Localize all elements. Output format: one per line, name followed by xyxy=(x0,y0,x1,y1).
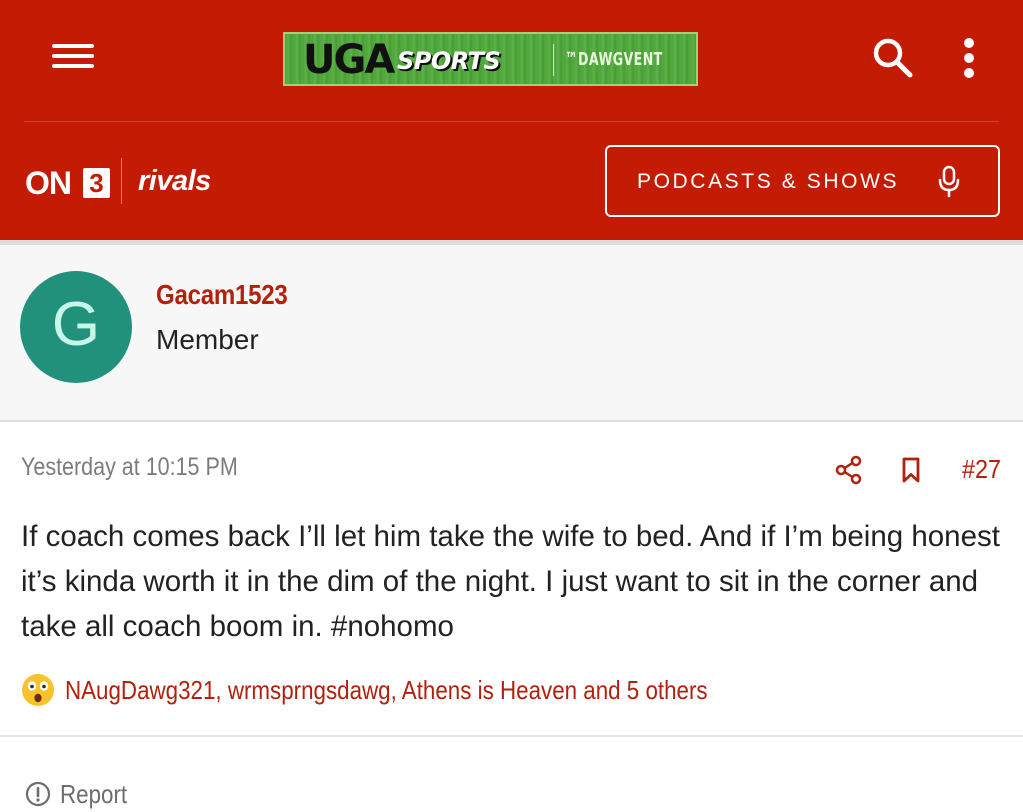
site-logo[interactable]: UGA SPORTS ™DAWGVENT xyxy=(283,32,698,86)
avatar-letter: G xyxy=(51,290,101,359)
microphone-icon xyxy=(938,165,960,198)
podcasts-shows-button[interactable]: PODCASTS & SHOWS xyxy=(605,145,1000,217)
alert-circle-icon xyxy=(25,781,51,807)
more-vertical-icon[interactable] xyxy=(960,38,978,80)
search-icon[interactable] xyxy=(868,34,916,82)
logo-text-sports: SPORTS xyxy=(397,47,501,75)
post-number-link[interactable]: #27 xyxy=(962,454,1001,484)
logo-text-uga: UGA xyxy=(303,37,395,83)
on3-number: 3 xyxy=(83,168,110,198)
astonished-face-emoji-icon xyxy=(22,674,54,706)
header-top-bar: UGA SPORTS ™DAWGVENT xyxy=(0,0,1023,120)
rivals-logo[interactable]: rivals xyxy=(138,165,211,197)
menu-icon[interactable] xyxy=(52,40,94,72)
bookmark-icon[interactable] xyxy=(901,457,921,483)
site-header: UGA SPORTS ™DAWGVENT ON 3 rivals PODCAST… xyxy=(0,0,1023,240)
header-divider xyxy=(24,121,999,122)
post-card: Yesterday at 10:15 PM #27 If coach comes… xyxy=(0,424,1023,736)
avatar[interactable]: G xyxy=(20,271,132,383)
post-body: If coach comes back I’ll let him take th… xyxy=(21,520,1000,643)
logo-divider xyxy=(553,44,554,76)
post-footer-divider xyxy=(0,735,1023,737)
post-timestamp[interactable]: Yesterday at 10:15 PM xyxy=(21,452,238,482)
username-link[interactable]: Gacam1523 xyxy=(156,279,288,311)
brand-divider xyxy=(121,158,122,204)
member-info: G Gacam1523 Member xyxy=(0,240,1023,422)
podcasts-shows-label: PODCASTS & SHOWS xyxy=(637,170,900,193)
report-label: Report xyxy=(60,779,128,809)
reaction-users-link: NAugDawg321, wrmsprngsdawg, Athens is He… xyxy=(65,675,708,705)
user-role: Member xyxy=(156,324,259,355)
on3-text: ON xyxy=(25,165,72,201)
share-icon[interactable] xyxy=(835,455,863,485)
logo-text-dawgvent: ™DAWGVENT xyxy=(565,49,663,70)
